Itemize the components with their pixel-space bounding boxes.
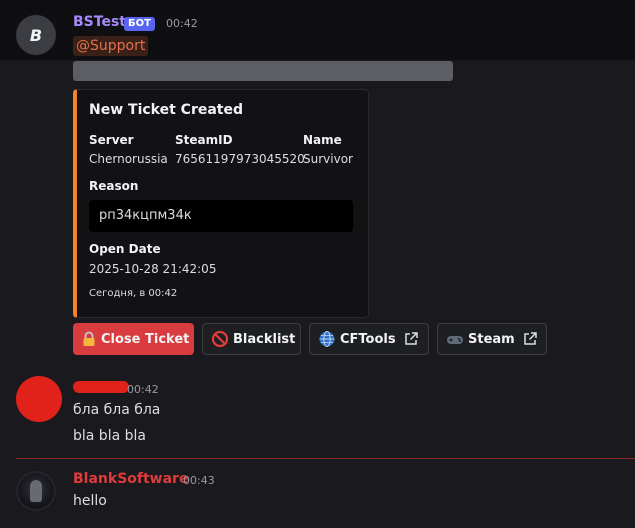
blacklist-label: Blacklist xyxy=(233,331,296,347)
cftools-link-button[interactable]: CFTools xyxy=(309,323,429,355)
open-date-value: 2025-10-28 21:42:05 xyxy=(89,262,217,276)
embed-title: New Ticket Created xyxy=(89,102,243,118)
cftools-label: CFTools xyxy=(340,331,396,347)
prohibited-icon xyxy=(211,330,229,348)
field-steamid-value: 76561197973045520 xyxy=(175,152,305,166)
field-steamid-label: SteamID xyxy=(175,133,233,147)
message-line-1: бла бла бла xyxy=(73,402,161,418)
avatar-letter: B xyxy=(29,25,43,45)
close-ticket-button[interactable]: Close Ticket xyxy=(73,323,194,355)
globe-icon xyxy=(318,330,336,348)
hello-message: hello xyxy=(73,493,107,509)
blanksoftware-avatar[interactable] xyxy=(16,471,56,511)
open-date-label: Open Date xyxy=(89,242,161,256)
redacted-block xyxy=(73,61,453,81)
steam-label: Steam xyxy=(468,331,515,347)
field-name-label: Name xyxy=(303,133,342,147)
ticket-embed: New Ticket Created Server Chernorussia S… xyxy=(73,89,369,318)
embed-footer: Сегодня, в 00:42 xyxy=(89,288,178,299)
lock-icon xyxy=(81,331,97,347)
bot-username[interactable]: BSTest xyxy=(73,14,126,30)
close-ticket-label: Close Ticket xyxy=(101,331,190,347)
support-mention[interactable]: @Support xyxy=(73,36,149,56)
gamepad-icon xyxy=(446,330,464,348)
steam-link-button[interactable]: Steam xyxy=(437,323,547,355)
field-server-value: Chernorussia xyxy=(89,152,168,166)
external-link-icon xyxy=(523,332,537,346)
reason-label: Reason xyxy=(89,179,139,193)
new-messages-divider xyxy=(16,458,635,459)
redacted-username xyxy=(73,381,129,393)
top-strip xyxy=(0,0,635,10)
reason-code-block: рп34кцпм34к xyxy=(89,200,353,232)
avatar-figure xyxy=(30,480,42,502)
bot-timestamp: 00:42 xyxy=(166,17,198,30)
field-server-label: Server xyxy=(89,133,134,147)
field-name-value: Survivor xyxy=(303,152,353,166)
redacted-user-avatar[interactable] xyxy=(16,376,62,422)
blanksoftware-username[interactable]: BlankSoftware xyxy=(73,471,188,487)
blank-timestamp: 00:43 xyxy=(183,474,215,487)
message-line-2: bla bla bla xyxy=(73,428,146,444)
blacklist-button[interactable]: Blacklist xyxy=(202,323,301,355)
external-link-icon xyxy=(404,332,418,346)
bot-badge: БОТ xyxy=(124,17,155,31)
reason-value: рп34кцпм34к xyxy=(99,208,192,223)
user-timestamp: 00:42 xyxy=(127,383,159,396)
bot-avatar[interactable]: B xyxy=(16,15,56,55)
